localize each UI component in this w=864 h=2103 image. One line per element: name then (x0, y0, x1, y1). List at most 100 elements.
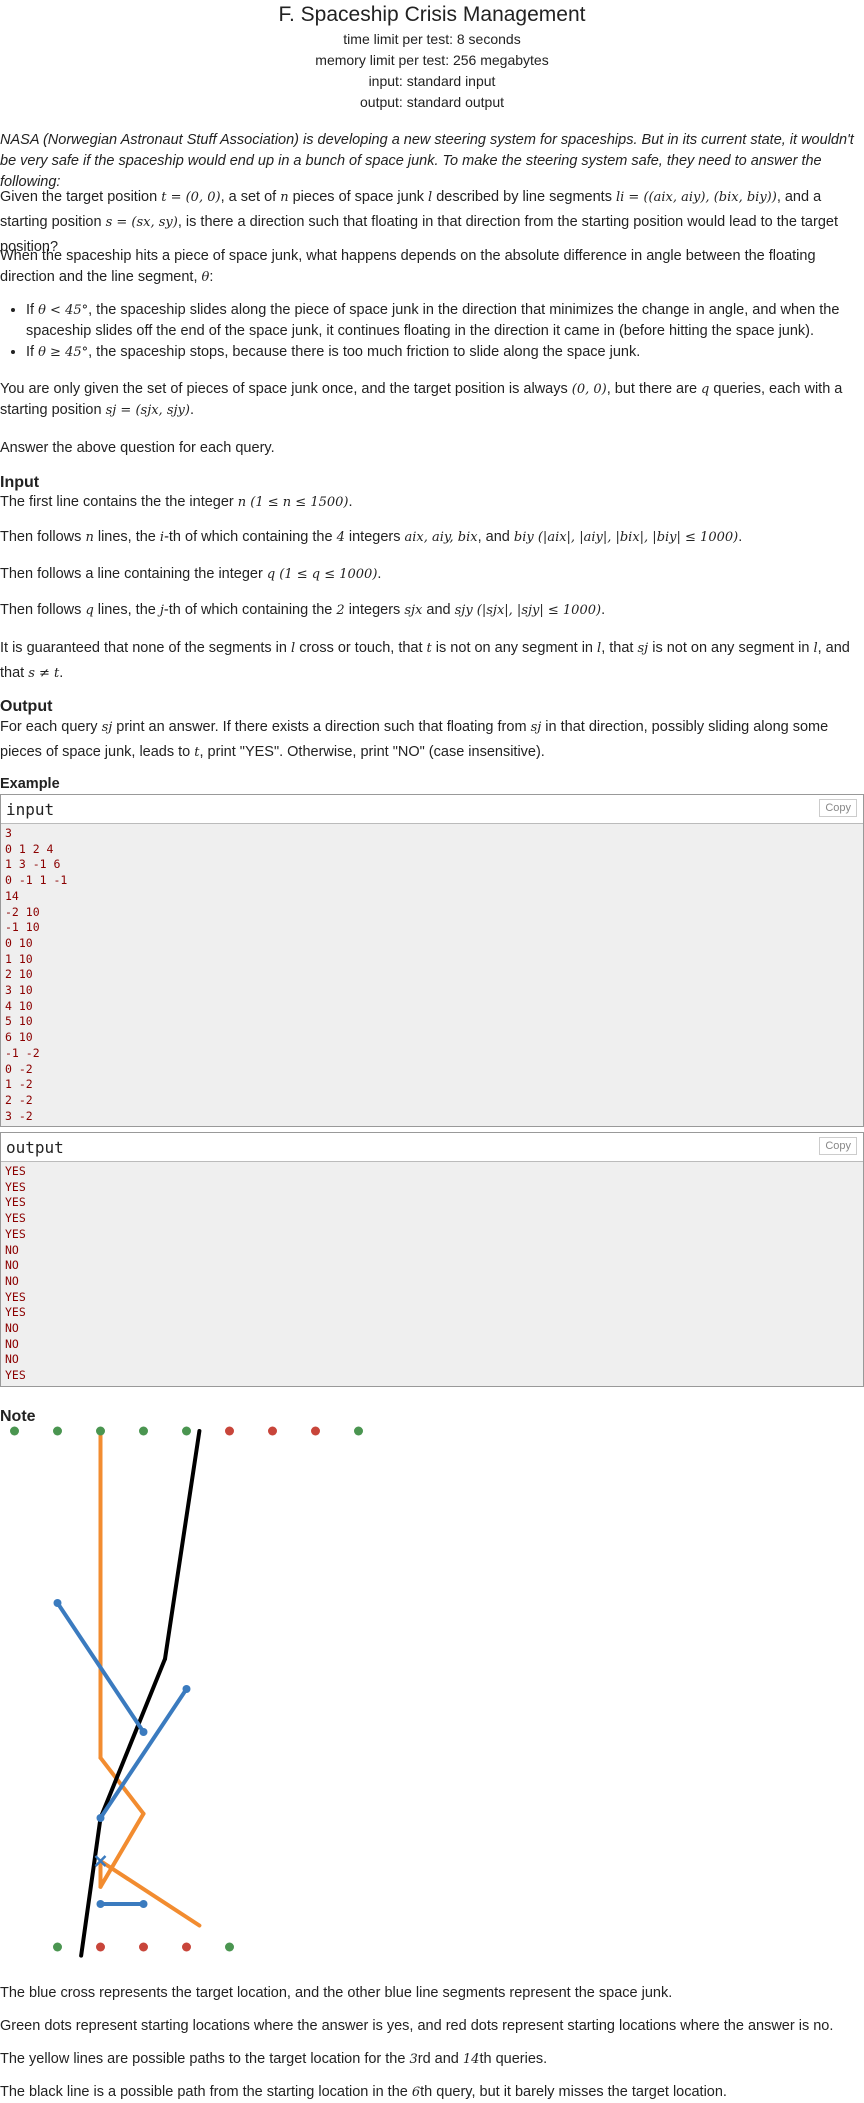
segment-endpoint (96, 1900, 105, 1908)
sample-input-line: 4 10 (5, 998, 33, 1013)
text: You are only given the set of pieces of … (0, 381, 572, 397)
sample-input-content: 30 1 2 41 3 -1 60 -1 1 -1 14 -2 10 -1 10 0 1… (1, 824, 863, 1127)
time-limit: time limit per test: 8 seconds (343, 31, 521, 47)
input-line-5: It is guaranteed that none of the segmen… (0, 636, 864, 686)
text: . (601, 602, 606, 618)
input-line-3: Then follows a line containing the integ… (0, 564, 864, 585)
math: 2 (336, 603, 345, 618)
segment-endpoint (139, 1728, 148, 1736)
sample-input-line: 2 10 (5, 967, 33, 982)
sample-output-line: YES (5, 1289, 26, 1304)
text: th query, but it barely misses the targe… (420, 2084, 727, 2100)
sample-output-box: output Copy YES YES YES YES YES NO NO NO YES YES N… (0, 1132, 864, 1387)
sample-input-line: 5 10 (5, 1014, 33, 1029)
output-file: output: standard output (360, 94, 504, 110)
math: t = (0, 0) (161, 190, 221, 205)
text: : (209, 269, 214, 285)
text: Then follows (0, 529, 86, 545)
output-description: For each query sj print an answer. If th… (0, 715, 864, 765)
sample-input-line: 2 -2 (5, 1092, 33, 1107)
text: The black line is a possible path from t… (0, 2084, 412, 2100)
segment-endpoint (96, 1814, 105, 1822)
sample-output-line: NO (5, 1258, 19, 1273)
math: q (1 ≤ q ≤ 1000) (266, 567, 378, 582)
sample-output-line: YES (5, 1164, 26, 1178)
problem-title: F. Spaceship Crisis Management (278, 3, 586, 26)
text: , and (477, 529, 514, 545)
start-dot (182, 1942, 191, 1952)
sample-output-title: output (6, 1138, 64, 1157)
start-dot (268, 1426, 277, 1436)
math: q (85, 603, 94, 618)
problem-page: F. Spaceship Crisis Management time limi… (0, 0, 864, 2100)
list-item: If θ < 45°, the spaceship slides along t… (26, 300, 864, 342)
note-figure (10, 1426, 363, 1958)
text: If (26, 344, 39, 360)
math: 6 (411, 2085, 421, 2100)
text: For each query (0, 719, 102, 735)
text: lines, the (93, 602, 160, 618)
sample-input-line: -1 10 (5, 920, 40, 935)
text: , the spaceship slides along the piece o… (26, 302, 840, 339)
sample-output-line: YES (5, 1211, 26, 1226)
sample-output-line: NO (5, 1242, 19, 1257)
math: θ ≥ 45° (38, 345, 89, 360)
text: , a set of (220, 189, 281, 205)
math: n (85, 530, 94, 545)
text: th queries. (479, 2051, 548, 2067)
copy-input-button[interactable]: Copy (819, 799, 857, 817)
math: s ≠ t (28, 666, 60, 681)
text: integers (344, 529, 405, 545)
sample-input-line: 6 10 (5, 1030, 33, 1045)
math: li = ((aix, aiy), (bix, biy)) (615, 190, 777, 205)
text: and (422, 602, 455, 618)
start-dot (10, 1426, 19, 1436)
text: integers (344, 602, 405, 618)
text: , but there are (606, 381, 702, 397)
sample-input-line: 0 10 (5, 935, 33, 950)
sample-input-line: -1 -2 (5, 1045, 40, 1060)
sample-output-line: NO (5, 1352, 19, 1367)
text: pieces of space junk (288, 189, 429, 205)
math: sj (530, 720, 542, 735)
text: . (59, 665, 64, 681)
copy-output-button[interactable]: Copy (819, 1137, 857, 1155)
math: 3 (409, 2052, 418, 2067)
math: 14 (462, 2052, 480, 2067)
text: If (26, 302, 39, 318)
text: is not on any segment in (431, 640, 598, 656)
memory-limit: memory limit per test: 256 megabytes (315, 52, 549, 68)
legend-paragraph-3: You are only given the set of pieces of … (0, 379, 864, 421)
start-dot (225, 1942, 234, 1952)
list-item: If θ ≥ 45°, the spaceship stops, because… (26, 342, 864, 363)
sample-input-box: input Copy 30 1 2 41 3 -1 60 -1 1 -1 14 -2… (0, 794, 864, 1128)
legend-paragraph-2: When the spaceship hits a piece of space… (0, 246, 864, 288)
sample-output-content: YES YES YES YES YES NO NO NO YES YES NO NO NO YES (1, 1162, 863, 1386)
start-dot (139, 1426, 148, 1436)
sample-input-line: -2 10 (5, 904, 40, 919)
black-path (79, 1816, 103, 1958)
text: , that (601, 640, 638, 656)
sample-input-line: 3 10 (5, 983, 33, 998)
sample-output-line: NO (5, 1273, 19, 1288)
sample-output-line: NO (5, 1336, 19, 1351)
text: Then follows (0, 602, 86, 618)
sample-input-line: 0 -1 1 -1 (5, 873, 68, 888)
start-dot (225, 1426, 234, 1436)
text: . (377, 566, 382, 582)
text: -th of which containing the (163, 602, 337, 618)
orange-path (98, 1859, 202, 1928)
math: sjx (404, 603, 423, 618)
legend-paragraph-4: Answer the above question for each query… (0, 440, 275, 456)
start-dot (182, 1426, 191, 1436)
math: n (280, 190, 289, 205)
math: sjy (|sjx|, |sjy| ≤ 1000) (454, 603, 602, 618)
text: , the spaceship stops, because there is … (88, 344, 641, 360)
input-line-2: Then follows n lines, the i-th of which … (0, 527, 864, 548)
segment-endpoint (53, 1599, 62, 1607)
start-dot (53, 1942, 62, 1952)
text: print an answer. If there exists a direc… (112, 719, 531, 735)
sample-input-line: 1 -2 (5, 1077, 33, 1092)
sample-input-line: 0 1 2 4 (5, 841, 54, 856)
example-heading: Example (0, 776, 60, 792)
